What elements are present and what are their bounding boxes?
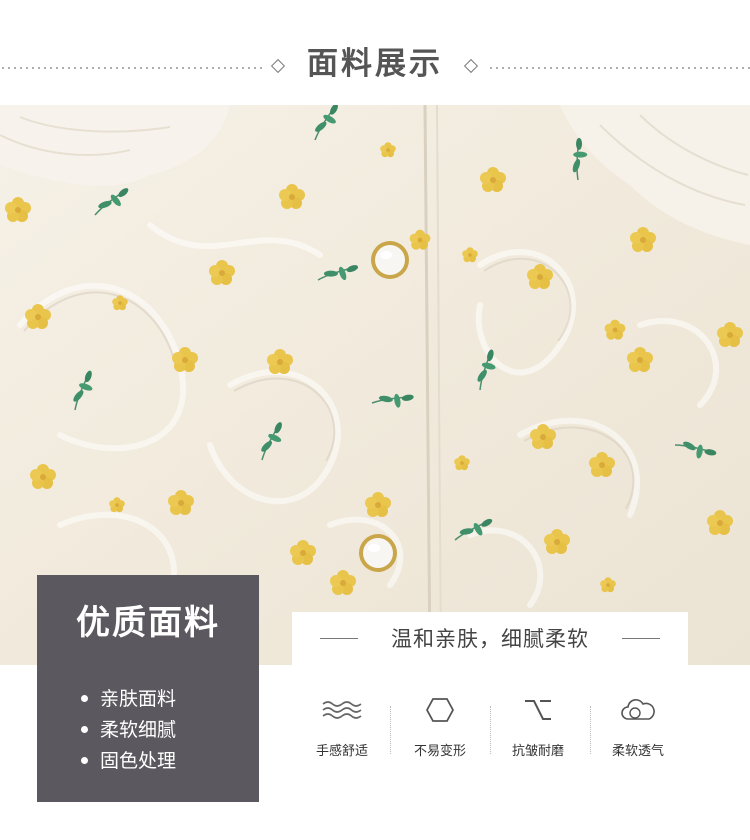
cloud-icon xyxy=(588,690,688,730)
feature-label: 手感舒适 xyxy=(315,744,368,759)
bullet-icon xyxy=(81,757,88,764)
diamond-icon-left xyxy=(270,58,286,74)
list-item-label: 柔软细腻 xyxy=(100,718,177,741)
feature-label: 不易变形 xyxy=(413,744,466,759)
quality-list: 亲肤面料 柔软细腻 固色处理 xyxy=(81,683,176,776)
diamond-icon-right xyxy=(463,58,479,74)
list-item: 固色处理 xyxy=(81,745,176,776)
list-item: 柔软细腻 xyxy=(81,714,176,745)
feature-row: 手感舒适 不易变形 抗皱耐磨 柔软透气 xyxy=(292,690,692,780)
hexagon-icon xyxy=(390,690,490,730)
quality-box: 优质面料 亲肤面料 柔软细腻 固色处理 xyxy=(37,575,259,802)
bullet-icon xyxy=(81,726,88,733)
tagline-rule-left xyxy=(320,638,358,639)
feature-label: 柔软透气 xyxy=(611,744,664,759)
section-header: 面料展示 xyxy=(0,0,750,105)
pearl-button-top xyxy=(371,241,409,279)
pearl-button-bottom xyxy=(359,534,397,572)
list-item-label: 固色处理 xyxy=(100,749,177,772)
feature-item: 柔软透气 xyxy=(588,690,688,762)
section-title: 面料展示 xyxy=(307,46,443,82)
list-item: 亲肤面料 xyxy=(81,683,176,714)
tagline-band: 温和亲肤，细腻柔软 xyxy=(292,612,688,666)
feature-item: 抗皱耐磨 xyxy=(488,690,588,762)
feature-item: 不易变形 xyxy=(390,690,490,762)
switch-icon xyxy=(488,690,588,730)
feature-item: 手感舒适 xyxy=(292,690,392,762)
quality-box-title: 优质面料 xyxy=(76,603,220,643)
tagline: 温和亲肤，细腻柔软 xyxy=(391,627,589,651)
list-item-label: 亲肤面料 xyxy=(100,687,177,710)
dotted-divider-left xyxy=(0,67,262,69)
bullet-icon xyxy=(81,695,88,702)
tagline-rule-right xyxy=(622,638,660,639)
feature-label: 抗皱耐磨 xyxy=(511,744,564,759)
waves-icon xyxy=(292,690,392,730)
dotted-divider-right xyxy=(488,67,750,69)
